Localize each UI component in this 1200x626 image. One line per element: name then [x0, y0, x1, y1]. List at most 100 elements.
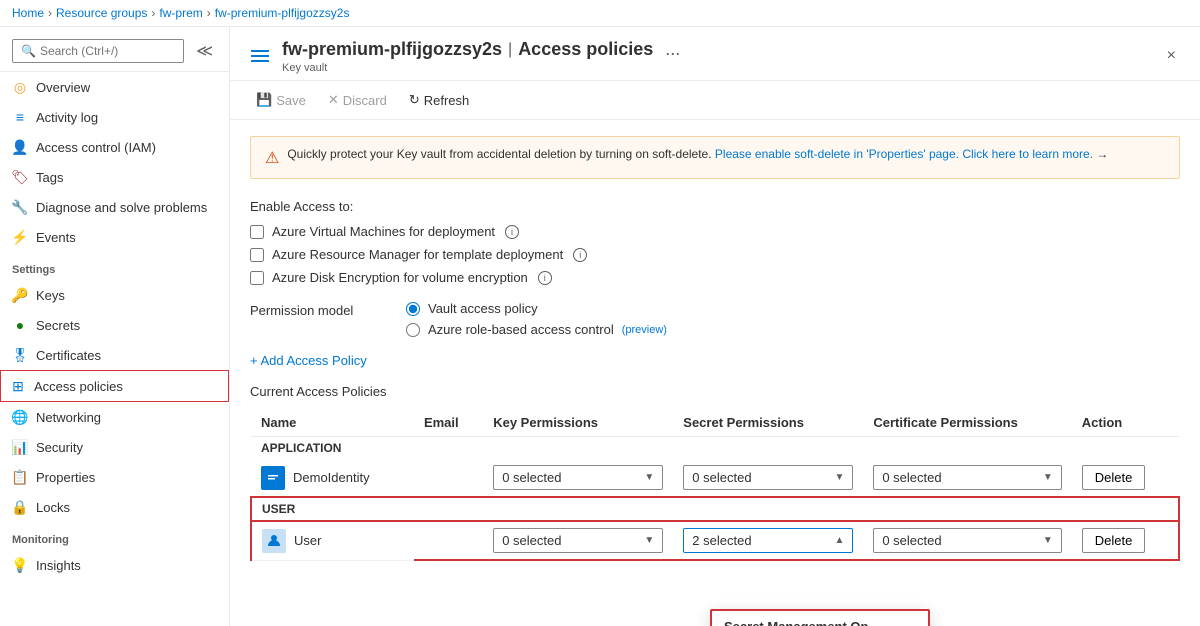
- collapse-button[interactable]: ≪: [192, 37, 217, 65]
- content-panel: fw-premium-plfijgozzsy2s | Access polici…: [230, 27, 1200, 626]
- warning-link[interactable]: Please enable soft-delete in 'Properties…: [715, 147, 1093, 161]
- demoidentity-key-dropdown[interactable]: 0 selected ▼: [493, 465, 663, 490]
- page-title-area: fw-premium-plfijgozzsy2s | Access polici…: [246, 37, 1151, 74]
- sidebar-item-keys[interactable]: 🔑 Keys: [0, 280, 229, 310]
- dropdown-arrow-icon-4: ▼: [644, 535, 654, 546]
- dropdown-arrow-icon: ▼: [644, 472, 654, 483]
- permission-model-label: Permission model: [250, 301, 390, 337]
- search-input[interactable]: [40, 44, 175, 58]
- sidebar-item-tags[interactable]: 🏷 Tags: [0, 162, 229, 192]
- popup-section-1-header: Secret Management Op...: [712, 611, 928, 626]
- breadcrumb-home[interactable]: Home: [12, 6, 44, 20]
- grid-icon: ⊞: [10, 378, 26, 394]
- radio-rbac: Azure role-based access control (preview…: [406, 322, 667, 337]
- refresh-button[interactable]: ↻ Refresh: [399, 87, 479, 113]
- toolbar: 💾 Save ✕ Discard ↻ Refresh: [230, 81, 1200, 120]
- close-button[interactable]: ×: [1159, 43, 1184, 69]
- sidebar-item-events[interactable]: ⚡ Events: [0, 222, 229, 252]
- sidebar-item-diagnose[interactable]: 🔧 Diagnose and solve problems: [0, 192, 229, 222]
- radio-options: Vault access policy Azure role-based acc…: [406, 301, 667, 337]
- sidebar-item-secrets[interactable]: ● Secrets: [0, 310, 229, 340]
- sidebar-item-access-policies[interactable]: ⊞ Access policies: [0, 370, 229, 402]
- demoidentity-delete-button[interactable]: Delete: [1082, 465, 1146, 490]
- discard-label: Discard: [343, 93, 387, 108]
- page-title: fw-premium-plfijgozzsy2s: [282, 39, 502, 60]
- dropdown-arrow-icon-3: ▼: [1043, 472, 1053, 483]
- hamburger-icon: [246, 42, 274, 70]
- enable-vm-checkbox[interactable]: [250, 225, 264, 239]
- cell-user-name: User: [251, 521, 414, 560]
- group-application: APPLICATION: [251, 437, 1179, 460]
- user-secret-dropdown[interactable]: 2 selected ▲: [683, 528, 853, 553]
- sidebar-item-overview[interactable]: ◎ Overview: [0, 72, 229, 102]
- group-user: USER: [251, 497, 1179, 521]
- col-secret-perms: Secret Permissions: [673, 409, 863, 437]
- cert-icon: 🎖: [12, 347, 28, 363]
- radio-rbac-label: Azure role-based access control: [428, 322, 614, 337]
- sidebar-item-locks[interactable]: 🔒 Locks: [0, 492, 229, 522]
- user-delete-button[interactable]: Delete: [1082, 528, 1146, 553]
- user-cert-value: 0 selected: [882, 533, 941, 548]
- page-subtitle: Key vault: [282, 62, 686, 74]
- user-key-dropdown[interactable]: 0 selected ▼: [493, 528, 663, 553]
- user-secret-value: 2 selected: [692, 533, 751, 548]
- sidebar-item-networking[interactable]: 🌐 Networking: [0, 402, 229, 432]
- security-icon: 📊: [12, 439, 28, 455]
- user-name: User: [294, 533, 321, 548]
- page-section-title: Access policies: [518, 39, 653, 60]
- sidebar-search[interactable]: 🔍: [12, 39, 184, 63]
- circle-outline-icon: ◎: [12, 79, 28, 95]
- warning-arrow: →: [1096, 147, 1108, 161]
- breadcrumb-fw-prem[interactable]: fw-prem: [159, 6, 202, 20]
- user-cert-dropdown[interactable]: 0 selected ▼: [873, 528, 1061, 553]
- cell-user-key: 0 selected ▼: [483, 521, 673, 560]
- sidebar-label-locks: Locks: [36, 500, 70, 515]
- vm-info-icon[interactable]: i: [505, 225, 519, 239]
- breadcrumb-resource-groups[interactable]: Resource groups: [56, 6, 147, 20]
- sidebar-item-insights[interactable]: 💡 Insights: [0, 550, 229, 580]
- dropdown-arrow-icon-6: ▼: [1043, 535, 1053, 546]
- demoidentity-cert-dropdown[interactable]: 0 selected ▼: [873, 465, 1061, 490]
- sidebar-label-access-policies: Access policies: [34, 379, 123, 394]
- sidebar-label-security: Security: [36, 440, 83, 455]
- preview-badge: (preview): [622, 324, 667, 336]
- cell-user-email: [414, 521, 483, 560]
- sidebar-item-activity-log[interactable]: ≡ Activity log: [0, 102, 229, 132]
- sidebar-item-access-control[interactable]: 👤 Access control (IAM): [0, 132, 229, 162]
- cell-demoidentity-email: [414, 459, 483, 497]
- key-icon: 🔑: [12, 287, 28, 303]
- enable-vm-row: Azure Virtual Machines for deployment i: [250, 224, 1180, 239]
- demoidentity-secret-dropdown[interactable]: 0 selected ▼: [683, 465, 853, 490]
- sidebar-item-security[interactable]: 📊 Security: [0, 432, 229, 462]
- sidebar-item-certificates[interactable]: 🎖 Certificates: [0, 340, 229, 370]
- enable-arm-row: Azure Resource Manager for template depl…: [250, 247, 1180, 262]
- sidebar-label-diagnose: Diagnose and solve problems: [36, 200, 207, 215]
- breadcrumb-vault[interactable]: fw-premium-plfijgozzsy2s: [215, 6, 350, 20]
- refresh-icon: ↻: [409, 92, 420, 108]
- secret-icon: ●: [12, 317, 28, 333]
- save-button[interactable]: 💾 Save: [246, 87, 316, 113]
- disk-info-icon[interactable]: i: [538, 271, 552, 285]
- sidebar-item-properties[interactable]: 📋 Properties: [0, 462, 229, 492]
- save-label: Save: [276, 93, 306, 108]
- settings-section-label: Settings: [0, 252, 229, 280]
- enable-disk-checkbox[interactable]: [250, 271, 264, 285]
- sidebar: 🔍 ≪ ◎ Overview ≡ Activity log 👤 Access c…: [0, 27, 230, 626]
- demoidentity-secret-value: 0 selected: [692, 470, 751, 485]
- page-header: fw-premium-plfijgozzsy2s | Access polici…: [230, 27, 1200, 81]
- title-block: fw-premium-plfijgozzsy2s | Access polici…: [282, 37, 686, 74]
- more-options-button[interactable]: ...: [659, 37, 686, 62]
- monitoring-section-label: Monitoring: [0, 522, 229, 550]
- col-action: Action: [1072, 409, 1179, 437]
- arm-info-icon[interactable]: i: [573, 248, 587, 262]
- enable-arm-checkbox[interactable]: [250, 248, 264, 262]
- radio-vault-policy-input[interactable]: [406, 302, 420, 316]
- cell-demoidentity-secret: 0 selected ▼: [673, 459, 863, 497]
- radio-rbac-input[interactable]: [406, 323, 420, 337]
- add-policy-link[interactable]: + Add Access Policy: [250, 353, 367, 368]
- current-policies-label: Current Access Policies: [250, 384, 1180, 399]
- cell-user-action: Delete: [1072, 521, 1179, 560]
- cell-demoidentity-key: 0 selected ▼: [483, 459, 673, 497]
- discard-button[interactable]: ✕ Discard: [318, 87, 397, 113]
- entity-cell-demoidentity: DemoIdentity: [261, 466, 404, 490]
